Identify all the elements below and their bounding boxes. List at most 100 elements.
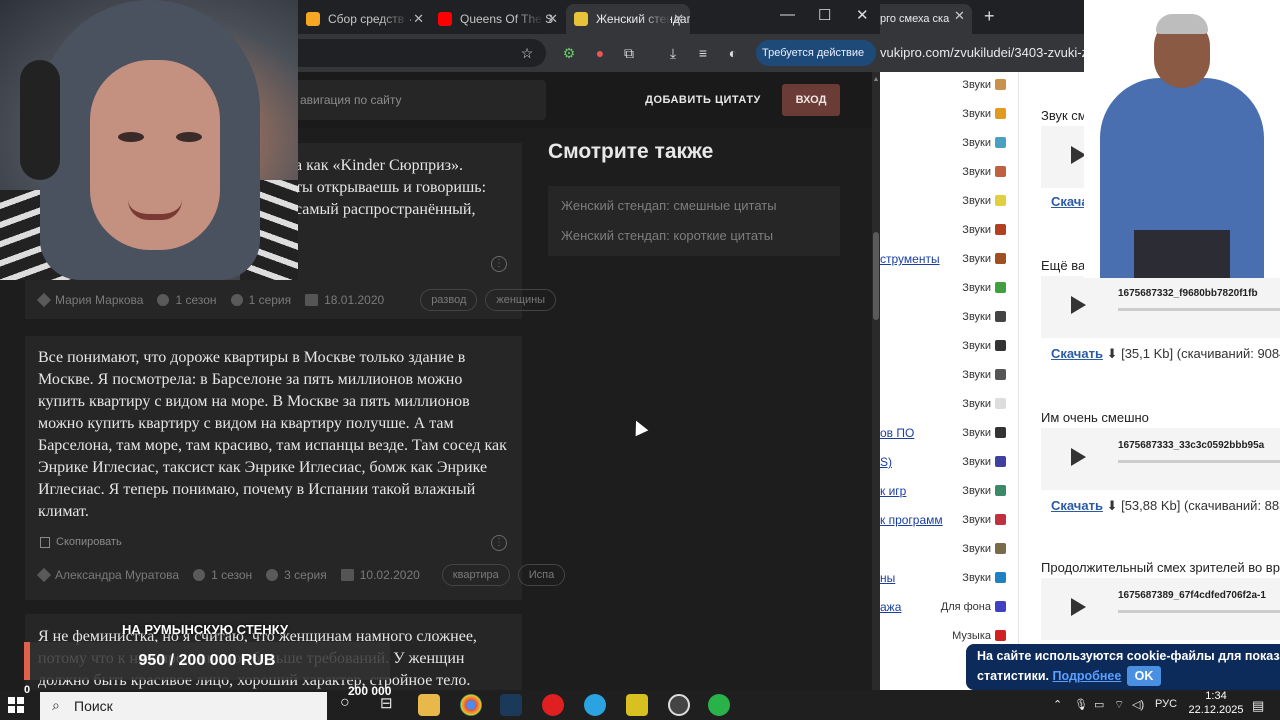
play-icon[interactable] — [1071, 448, 1086, 466]
category-link[interactable]: S) — [880, 455, 892, 469]
progress-track[interactable] — [1118, 610, 1280, 613]
category-row[interactable]: Звуки — [880, 130, 1006, 159]
close-tab-icon[interactable]: ✕ — [673, 11, 684, 27]
quote-options-icon[interactable]: ⋮ — [491, 256, 507, 272]
category-row[interactable]: Звуки — [880, 304, 1006, 333]
language-indicator[interactable]: РУС — [1155, 698, 1177, 710]
category-label[interactable]: Звуки — [962, 79, 1006, 91]
category-label[interactable]: Музыка — [952, 630, 1006, 642]
profile-avatar-icon[interactable]: ◐ — [724, 44, 742, 62]
category-row[interactable]: Звуки — [880, 159, 1006, 188]
extension-icon[interactable]: ⚙ — [560, 44, 578, 62]
category-label[interactable]: Звуки — [962, 108, 1006, 120]
category-label[interactable]: Звуки — [962, 137, 1006, 149]
scroll-up-icon[interactable]: ▲ — [872, 76, 880, 83]
telegram-icon[interactable] — [584, 694, 606, 716]
download-link[interactable]: Скача — [1051, 194, 1089, 209]
close-window-icon[interactable]: ✕ — [856, 6, 869, 24]
category-label[interactable]: Звуки — [962, 311, 1006, 323]
site-navigation-search[interactable]: авигация по сайту — [298, 80, 546, 120]
download-link[interactable]: Скачать — [1051, 346, 1103, 361]
category-label[interactable]: Звуки — [962, 282, 1006, 294]
category-row[interactable]: Звуки — [880, 391, 1006, 420]
category-label[interactable]: Звуки — [962, 195, 1006, 207]
adblock-extension-icon[interactable]: ● — [591, 44, 609, 62]
category-label[interactable]: Звуки — [962, 427, 1006, 439]
bookmark-star-icon[interactable]: ☆ — [518, 44, 536, 62]
close-tab-icon[interactable]: ✕ — [413, 11, 424, 27]
tab-youtube[interactable]: Queens Of The S ✕ — [430, 4, 564, 34]
taskbar-search[interactable]: ⌕ Поиск — [40, 692, 327, 720]
cookie-ok-button[interactable]: OK — [1127, 666, 1161, 686]
category-row[interactable]: струменты Звуки — [880, 246, 1006, 275]
category-link[interactable]: к игр — [880, 484, 906, 498]
category-label[interactable]: Звуки — [962, 253, 1006, 265]
category-link[interactable]: ов ПО — [880, 426, 914, 440]
minimize-icon[interactable]: — — [780, 6, 795, 23]
category-row[interactable]: к игр Звуки — [880, 478, 1006, 507]
cookie-more-link[interactable]: Подробнее — [1052, 669, 1121, 683]
category-label[interactable]: Звуки — [962, 572, 1006, 584]
category-row[interactable]: Звуки — [880, 333, 1006, 362]
category-label[interactable]: Для фона — [941, 601, 1006, 613]
category-row[interactable]: Звуки — [880, 101, 1006, 130]
tag[interactable]: Испа — [517, 564, 566, 586]
category-row[interactable]: Звуки — [880, 536, 1006, 565]
progress-track[interactable] — [1118, 460, 1280, 463]
scrollbar-thumb[interactable] — [873, 232, 879, 320]
download-link[interactable]: Скачать — [1051, 498, 1103, 513]
category-label[interactable]: Звуки — [962, 166, 1006, 178]
close-tab-icon[interactable]: ✕ — [547, 11, 558, 27]
episode-link[interactable]: 1 серия — [230, 293, 291, 307]
category-row[interactable]: ны Звуки — [880, 565, 1006, 594]
copy-button[interactable]: Скопировать — [40, 536, 122, 548]
tab-fundraising[interactable]: Сбор средств - ✕ — [298, 4, 430, 34]
utorrent-icon[interactable] — [708, 694, 730, 716]
category-row[interactable]: Звуки — [880, 275, 1006, 304]
add-quote-button[interactable]: ДОБАВИТЬ ЦИТАТУ — [638, 85, 768, 115]
clock[interactable]: 1:34 22.12.2025 — [1186, 690, 1246, 717]
author-link[interactable]: Мария Маркова — [36, 292, 143, 308]
volume-icon[interactable]: ◁) — [1132, 698, 1144, 711]
category-link[interactable]: ны — [880, 571, 895, 585]
tag[interactable]: развод — [420, 289, 478, 311]
yandex-browser-icon[interactable] — [542, 694, 564, 716]
category-link[interactable]: струменты — [880, 252, 940, 266]
category-label[interactable]: Звуки — [962, 543, 1006, 555]
category-row[interactable]: Звуки — [880, 188, 1006, 217]
windows-start-icon[interactable] — [8, 697, 24, 713]
media-control-icon[interactable]: ≡ — [694, 44, 712, 62]
category-label[interactable]: Звуки — [962, 224, 1006, 236]
category-row[interactable]: ов ПО Звуки — [880, 420, 1006, 449]
network-icon[interactable]: ⌔ — [1114, 698, 1124, 712]
quote-options-icon[interactable]: ⋮ — [491, 535, 507, 551]
file-explorer-icon[interactable] — [418, 694, 440, 716]
new-tab-icon[interactable]: + — [984, 6, 995, 27]
category-row[interactable]: к программ Звуки — [880, 507, 1006, 536]
see-also-link[interactable]: Женский стендап: смешные цитаты — [561, 198, 777, 213]
category-row[interactable]: S) Звуки — [880, 449, 1006, 478]
season-link[interactable]: 1 сезон — [157, 293, 217, 307]
download-icon[interactable]: ⤓ — [664, 44, 682, 62]
action-required-button[interactable]: Требуется действие ⋮ — [756, 40, 876, 85]
season-link[interactable]: 1 сезон — [193, 568, 252, 582]
tag[interactable]: квартира — [441, 564, 510, 586]
tag[interactable]: женщины — [485, 289, 557, 311]
see-also-link[interactable]: Женский стендап: короткие цитаты — [561, 228, 773, 243]
play-icon[interactable] — [1071, 296, 1086, 314]
address-bar[interactable] — [298, 39, 546, 67]
chrome-icon[interactable] — [460, 694, 482, 716]
steam-icon[interactable] — [500, 694, 522, 716]
notifications-icon[interactable]: ▤ — [1252, 698, 1264, 714]
category-link[interactable]: ажа — [880, 600, 901, 614]
category-row[interactable]: ажа Для фона — [880, 594, 1006, 623]
tab-standup-quotes[interactable]: Женский стендап ✕ — [566, 4, 690, 34]
author-link[interactable]: Александра Муратова — [36, 567, 179, 583]
category-row[interactable]: Звуки — [880, 217, 1006, 246]
app-icon[interactable] — [626, 694, 648, 716]
close-tab-icon[interactable]: ✕ — [954, 8, 965, 24]
category-label[interactable]: Звуки — [962, 485, 1006, 497]
category-label[interactable]: Звуки — [962, 456, 1006, 468]
category-label[interactable]: Звуки — [962, 514, 1006, 526]
extensions-puzzle-icon[interactable]: ⧉ — [620, 44, 638, 62]
